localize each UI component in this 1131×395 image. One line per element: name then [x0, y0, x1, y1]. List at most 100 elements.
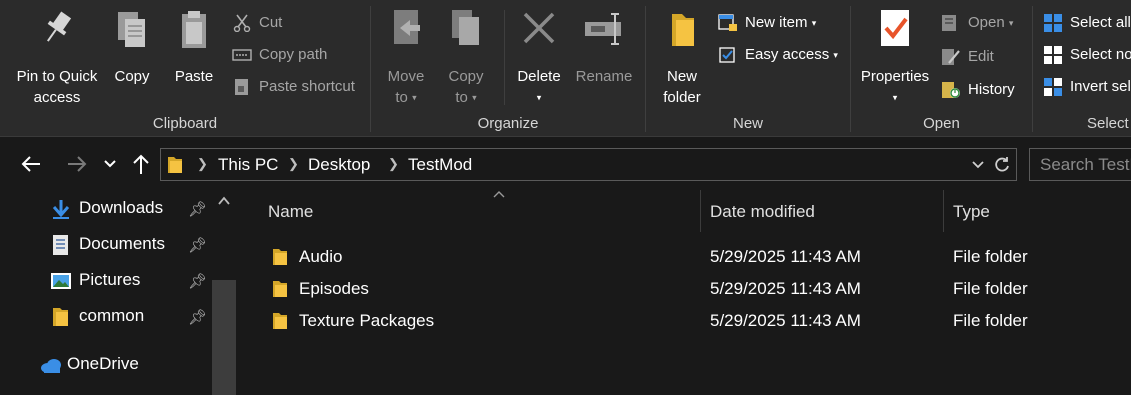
forward-button[interactable]	[62, 149, 92, 179]
column-header-name[interactable]: Name	[258, 190, 700, 232]
properties-caret: ▾	[892, 92, 898, 103]
breadcrumb-this-pc[interactable]: This PC	[218, 155, 278, 175]
paste-label: Paste	[174, 68, 214, 85]
column-header-type[interactable]: Type	[944, 190, 1131, 232]
file-name: Audio	[299, 247, 343, 266]
copy-icon	[118, 12, 145, 47]
copy-path-label: Copy path	[259, 46, 328, 63]
select-all-icon	[1044, 14, 1062, 32]
navpane-scrollbar[interactable]	[212, 190, 236, 395]
chevron-down-icon	[104, 160, 116, 168]
copy-label: Copy	[114, 68, 150, 85]
paste-shortcut-label: Paste shortcut	[259, 78, 355, 95]
new-folder-icon	[672, 14, 694, 46]
file-type: File folder	[953, 311, 1028, 330]
file-row-audio[interactable]: Audio 5/29/2025 11:43 AM File folder	[258, 242, 1131, 272]
cloud-icon	[41, 359, 61, 373]
properties-button[interactable]: Properties ▾	[857, 6, 933, 109]
pin-label-line1: Pin to Quick	[16, 68, 98, 85]
column-header-label: Date modified	[710, 202, 815, 221]
organize-inner-separator	[504, 10, 505, 105]
address-bar[interactable]: ❯ This PC ❯ Desktop ❯ TestMod	[160, 148, 1017, 181]
breadcrumb-chevron[interactable]: ❯	[388, 156, 399, 172]
new-folder-label-line2: folder	[663, 89, 701, 106]
pin-icon	[47, 11, 72, 42]
pin-icon: 📌︎	[188, 201, 208, 218]
cut-label: Cut	[259, 14, 283, 31]
breadcrumb-testmod[interactable]: TestMod	[408, 155, 472, 175]
nav-item-label: common	[79, 306, 145, 325]
rename-label: Rename	[575, 68, 633, 85]
history-icon	[942, 82, 960, 98]
ribbon: Pin to Quick access Copy Paste Cut Copy …	[0, 0, 1131, 137]
column-header-date-modified[interactable]: Date modified	[701, 190, 943, 232]
open-icon	[942, 15, 956, 31]
copy-to-label-line2: to ▾	[455, 89, 477, 106]
address-row: ❯ This PC ❯ Desktop ❯ TestMod Search Tes…	[0, 137, 1131, 190]
folder-icon	[273, 249, 287, 265]
back-button[interactable]	[16, 149, 46, 179]
select-group-label: Select	[1087, 115, 1129, 132]
properties-check-icon	[881, 10, 909, 46]
file-name: Episodes	[299, 279, 369, 298]
pin-icon: 📌︎	[188, 237, 208, 254]
move-to-button[interactable]: Move to ▾	[381, 6, 431, 109]
delete-caret: ▾	[536, 92, 542, 103]
file-list: Name Date modified Type Audio 5/29/2025 …	[238, 190, 1131, 395]
new-folder-label-line1: New	[666, 68, 697, 85]
rename-icon	[585, 13, 621, 45]
paste-shortcut-icon	[235, 79, 248, 95]
address-dropdown-chevron-icon[interactable]	[971, 158, 985, 172]
file-row-texture-packages[interactable]: Texture Packages 5/29/2025 11:43 AM File…	[258, 306, 1131, 336]
paste-button[interactable]: Paste	[170, 6, 218, 87]
pictures-icon	[51, 273, 71, 289]
invert-selection-icon	[1044, 78, 1062, 96]
recent-locations-button[interactable]	[100, 149, 120, 179]
search-input[interactable]: Search TestMod	[1029, 148, 1131, 181]
breadcrumb-chevron[interactable]: ❯	[288, 156, 299, 172]
move-to-label-line2: to ▾	[395, 89, 417, 106]
delete-label: Delete	[517, 68, 561, 85]
new-item-icon	[718, 14, 737, 31]
move-to-label-line1: Move	[387, 68, 425, 85]
copy-path-icon	[232, 49, 252, 61]
paste-icon	[182, 11, 206, 48]
up-button[interactable]	[128, 149, 154, 179]
clipboard-group-label: Clipboard	[152, 115, 218, 132]
scroll-up-chevron-icon[interactable]	[218, 196, 230, 206]
easy-access-label: Easy access ▾	[745, 46, 838, 63]
organize-group-label: Organize	[477, 115, 539, 132]
folder-icon	[168, 157, 182, 173]
pin-to-quick-access-button[interactable]: Pin to Quick access	[8, 6, 106, 108]
forward-arrow-icon	[68, 156, 87, 172]
breadcrumb-desktop[interactable]: Desktop	[308, 155, 370, 175]
pin-icon: 📌︎	[188, 309, 208, 326]
scrollbar-thumb[interactable]	[212, 280, 236, 395]
search-placeholder: Search TestMod	[1040, 155, 1131, 174]
edit-pencil-icon	[942, 49, 960, 65]
invert-selection-label: Invert selection	[1070, 78, 1131, 95]
file-name: Texture Packages	[299, 311, 435, 330]
copy-to-button[interactable]: Copy to ▾	[441, 6, 491, 109]
nav-item-label: Pictures	[79, 270, 141, 289]
up-arrow-icon	[133, 154, 149, 174]
file-type: File folder	[953, 247, 1028, 266]
clipboard-group: Pin to Quick access Copy Paste Cut Copy …	[0, 0, 370, 137]
delete-button[interactable]: Delete ▾	[514, 6, 564, 109]
copy-to-label-line1: Copy	[448, 68, 484, 85]
file-date: 5/29/2025 11:43 AM	[710, 247, 861, 266]
rename-button[interactable]: Rename	[573, 6, 635, 87]
copy-button[interactable]: Copy	[108, 6, 156, 87]
file-row-episodes[interactable]: Episodes 5/29/2025 11:43 AM File folder	[258, 274, 1131, 304]
pin-label-line2: access	[33, 89, 81, 106]
new-item-label: New item ▾	[745, 14, 817, 31]
new-folder-button[interactable]: New folder	[656, 6, 708, 108]
download-arrow-icon	[52, 200, 70, 219]
select-none-icon	[1044, 46, 1062, 64]
move-to-icon	[394, 10, 420, 44]
breadcrumb-chevron[interactable]: ❯	[197, 156, 208, 172]
refresh-icon[interactable]	[993, 156, 1011, 174]
select-group: Select all Select none Invert selection …	[1033, 0, 1131, 137]
folder-icon	[53, 308, 68, 326]
open-group: Properties ▾ Open ▾ Edit History Open	[851, 0, 1032, 137]
